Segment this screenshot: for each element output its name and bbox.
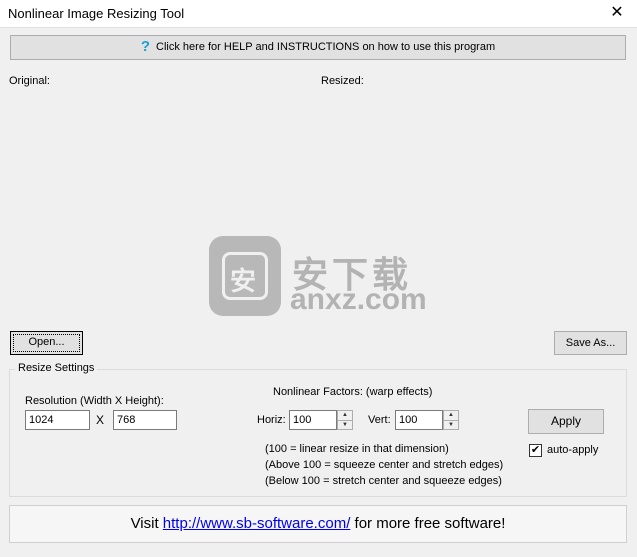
auto-apply-checkbox[interactable]: ✔ [529,444,542,457]
watermark-url-text: anxz.com [290,283,427,316]
close-icon[interactable]: ✕ [597,0,637,28]
height-input[interactable]: 768 [113,410,177,430]
auto-apply-label[interactable]: auto-apply [547,444,598,456]
footer-prefix: Visit [130,515,163,532]
watermark-logo-char: 安 [230,266,257,296]
resized-label: Resized: [321,75,364,87]
vert-label: Vert: [368,414,391,426]
open-button[interactable]: Open... [10,331,83,355]
question-mark-icon: ? [140,38,151,55]
vert-spinner[interactable]: ▲ ▼ [443,410,459,430]
apply-button[interactable]: Apply [528,409,604,434]
footer-text: Visit http://www.sb-software.com/ for mo… [9,515,627,532]
original-label: Original: [9,75,50,87]
spin-down-icon[interactable]: ▼ [444,421,458,430]
spin-down-icon[interactable]: ▼ [338,421,352,430]
nonlinear-factors-label: Nonlinear Factors: (warp effects) [273,386,433,398]
help-button-label: Click here for HELP and INSTRUCTIONS on … [156,41,496,53]
save-as-button[interactable]: Save As... [554,331,627,355]
note-line: (100 = linear resize in that dimension) [265,443,449,455]
note-line: (Below 100 = stretch center and squeeze … [265,475,502,487]
spin-up-icon[interactable]: ▲ [338,411,352,421]
help-button[interactable]: ? Click here for HELP and INSTRUCTIONS on… [10,35,626,60]
title-bar: Nonlinear Image Resizing Tool ✕ [0,0,637,28]
resolution-label: Resolution (Width X Height): [25,395,164,407]
horiz-input[interactable]: 100 [289,410,337,430]
footer-suffix: for more free software! [350,515,506,532]
resolution-separator: X [96,413,105,427]
horiz-label: Horiz: [257,414,286,426]
horiz-spinner[interactable]: ▲ ▼ [337,410,353,430]
width-input[interactable]: 1024 [25,410,90,430]
vert-input[interactable]: 100 [395,410,443,430]
website-link[interactable]: http://www.sb-software.com/ [163,515,351,532]
resize-settings-legend: Resize Settings [15,362,98,374]
window-title: Nonlinear Image Resizing Tool [8,6,185,21]
spin-up-icon[interactable]: ▲ [444,411,458,421]
note-line: (Above 100 = squeeze center and stretch … [265,459,504,471]
